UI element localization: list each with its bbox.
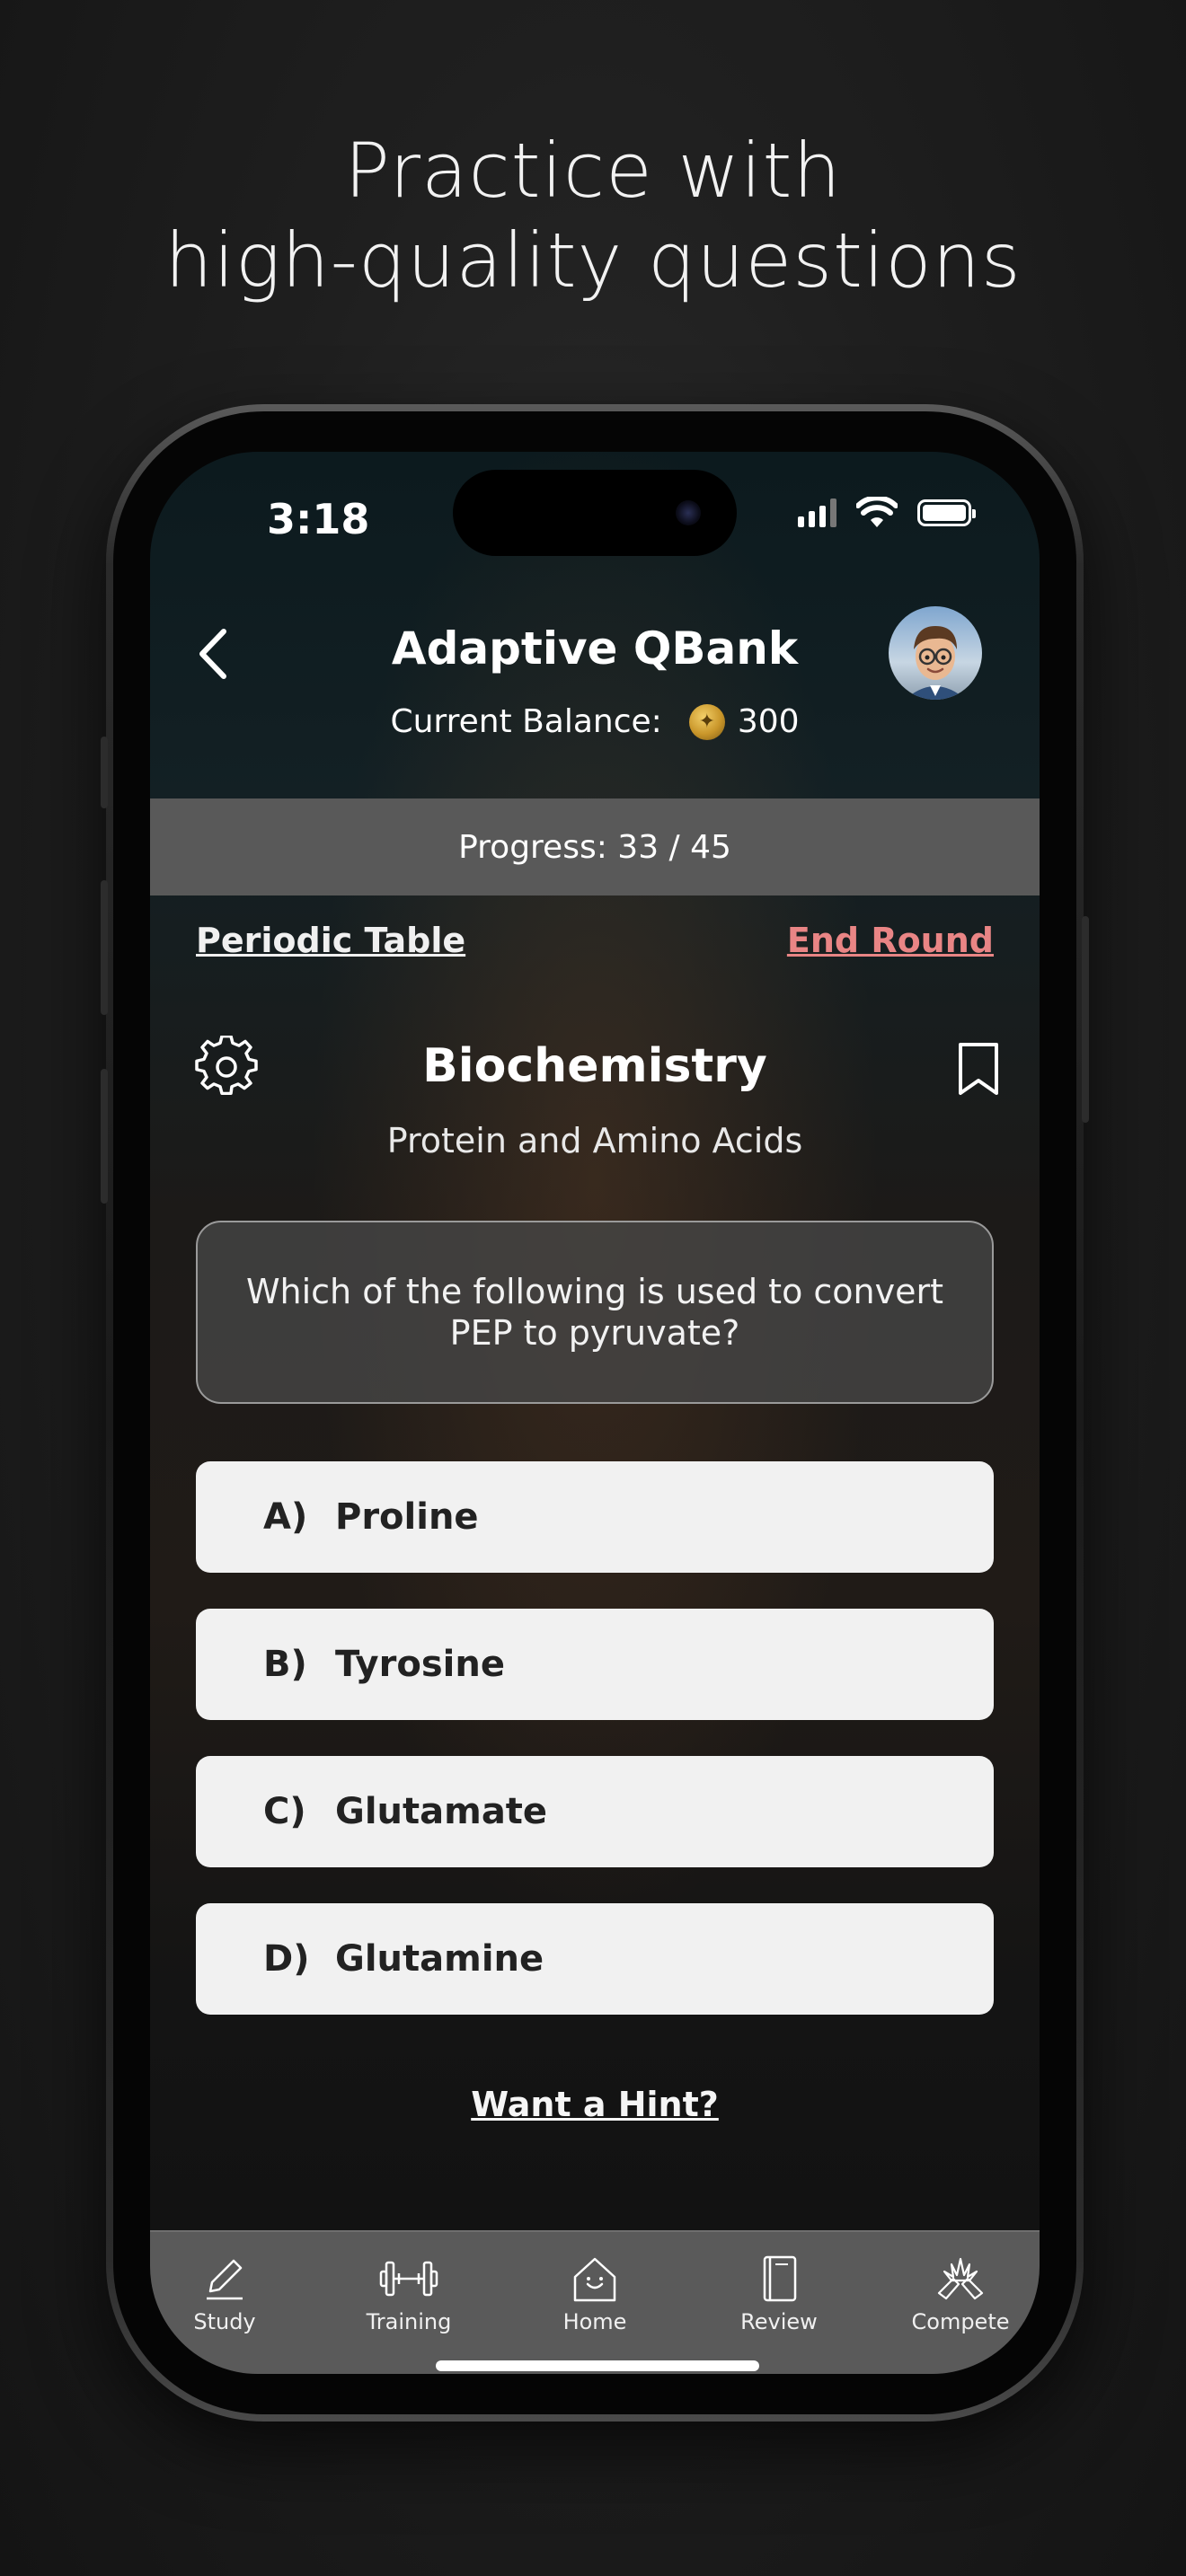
status-icons [798, 497, 976, 529]
balance-row: Current Balance: ✦ 300 [150, 703, 1040, 740]
answer-text: Glutamate [335, 1791, 548, 1832]
tab-label: Training [366, 2309, 452, 2334]
answer-option-c[interactable]: C) Glutamate [196, 1756, 994, 1867]
question-card: Which of the following is used to conver… [196, 1221, 994, 1404]
end-round-link[interactable]: End Round [787, 921, 994, 960]
tab-label: Study [193, 2309, 256, 2334]
battery-icon [917, 499, 976, 526]
answer-text: Tyrosine [335, 1644, 505, 1685]
bookmark-icon[interactable] [953, 1041, 1004, 1097]
phone-side-button [101, 737, 108, 808]
home-indicator [436, 2360, 759, 2371]
signal-icon [798, 498, 836, 527]
answer-letter: A) [263, 1496, 308, 1538]
promo-line-1: Practice with [344, 127, 842, 215]
tab-label: Compete [911, 2309, 1010, 2334]
tab-study[interactable]: Study [153, 2252, 296, 2334]
balance-value: 300 [737, 703, 800, 740]
answer-text: Proline [335, 1496, 479, 1538]
bottom-tab-bar: Study Training Home Review Compete [150, 2230, 1040, 2374]
answer-option-d[interactable]: D) Glutamine [196, 1903, 994, 2015]
dynamic-island [453, 470, 737, 556]
home-icon [573, 2257, 616, 2302]
promo-headline: Practice with high-quality questions [0, 126, 1186, 305]
avatar[interactable] [889, 606, 982, 700]
tab-review[interactable]: Review [707, 2252, 851, 2334]
question-text: Which of the following is used to conver… [245, 1272, 944, 1353]
phone-side-button [1082, 916, 1089, 1123]
answer-letter: B) [263, 1644, 307, 1685]
pencil-icon [207, 2259, 243, 2300]
answer-text: Glutamine [335, 1938, 544, 1980]
progress-label: Progress: 33 / 45 [458, 828, 731, 866]
balance-label: Current Balance: [390, 703, 662, 740]
book-icon [763, 2255, 797, 2302]
camera-icon [676, 500, 701, 525]
tab-label: Review [740, 2309, 818, 2334]
coin-icon: ✦ [688, 703, 725, 740]
tab-compete[interactable]: Compete [889, 2252, 1032, 2334]
answer-letter: C) [263, 1791, 306, 1832]
phone-side-button [101, 1069, 108, 1204]
hint-link[interactable]: Want a Hint? [150, 2085, 1040, 2124]
status-time: 3:18 [267, 495, 370, 543]
answer-letter: D) [263, 1938, 310, 1980]
periodic-table-link[interactable]: Periodic Table [196, 921, 465, 960]
avatar-illustration [905, 626, 966, 700]
subject-title: Biochemistry [422, 1039, 767, 1093]
topic-subtitle: Protein and Amino Acids [386, 1121, 803, 1160]
dumbbell-icon [379, 2261, 438, 2297]
tab-label: Home [562, 2309, 627, 2334]
tab-training[interactable]: Training [337, 2252, 481, 2334]
wifi-icon [856, 497, 898, 527]
promo-line-2: high-quality questions [164, 216, 1022, 304]
answer-option-a[interactable]: A) Proline [196, 1461, 994, 1573]
phone-side-button [101, 880, 108, 1015]
tab-home[interactable]: Home [523, 2252, 667, 2334]
answer-option-b[interactable]: B) Tyrosine [196, 1609, 994, 1720]
app-screen: 3:18 Adaptive QBank Current Balance: ✦ 3… [150, 452, 1040, 2374]
compete-icon [937, 2257, 984, 2300]
progress-bar: Progress: 33 / 45 [150, 798, 1040, 895]
